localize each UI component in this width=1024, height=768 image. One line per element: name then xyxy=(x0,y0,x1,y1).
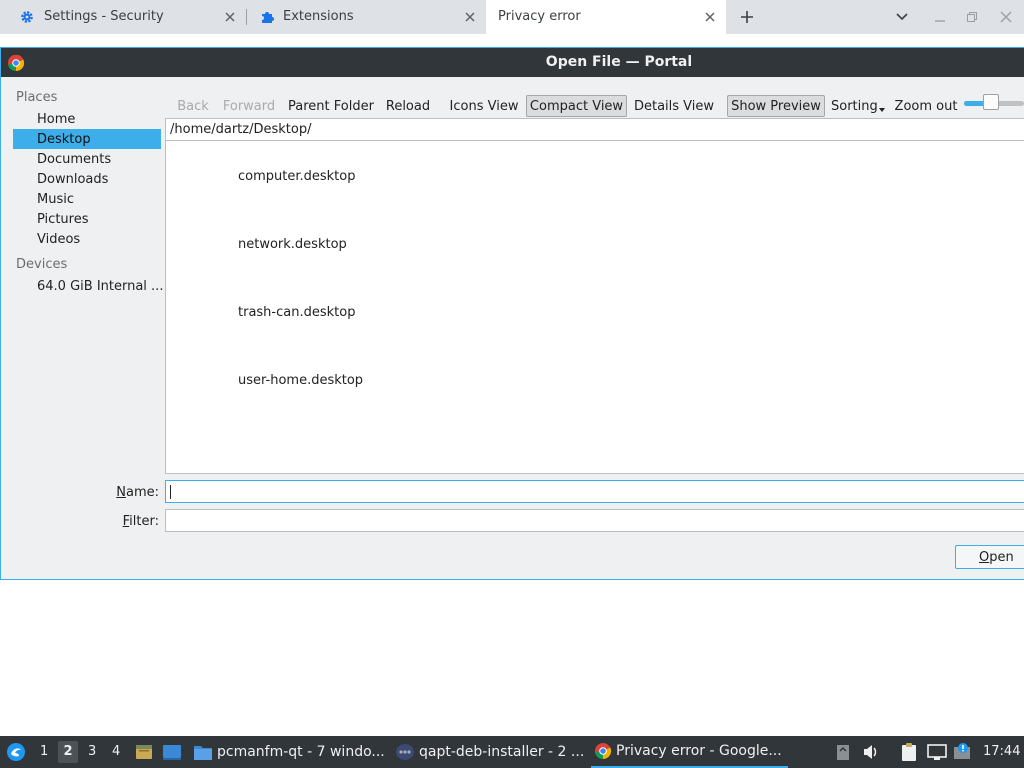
close-icon[interactable] xyxy=(462,9,478,25)
places-header: Places xyxy=(16,90,58,105)
file-item-network[interactable]: network.desktop xyxy=(238,237,347,252)
browser-tab-strip: Settings - Security Extensions Privacy e… xyxy=(0,0,1024,34)
dialog-titlebar[interactable]: Open File — Portal xyxy=(1,48,1024,77)
task-label: Privacy error - Google... xyxy=(616,743,782,759)
network-icon[interactable] xyxy=(927,743,947,761)
package-icon xyxy=(395,743,415,761)
task-privacy-error-chrome[interactable]: Privacy error - Google... xyxy=(591,736,788,768)
place-desktop[interactable]: Desktop xyxy=(13,129,161,149)
compact-view-button[interactable]: Compact View xyxy=(526,95,627,117)
show-desktop-icon[interactable] xyxy=(162,742,182,762)
open-button-rest: pen xyxy=(989,549,1014,565)
place-videos[interactable]: Videos xyxy=(13,229,161,249)
zoom-out-button[interactable]: Zoom out xyxy=(894,95,958,117)
tab-label: Extensions xyxy=(283,9,354,24)
clipboard-icon[interactable] xyxy=(899,742,919,762)
zoom-slider-handle[interactable] xyxy=(983,94,999,110)
task-qapt-deb-installer[interactable]: qapt-deb-installer - 2 ... xyxy=(395,736,585,768)
device-internal-drive[interactable]: 64.0 GiB Internal ... xyxy=(13,276,163,296)
minimize-icon[interactable] xyxy=(934,12,946,22)
show-preview-button[interactable]: Show Preview xyxy=(727,95,825,117)
open-file-dialog: Open File — Portal Places Home Desktop D… xyxy=(0,47,1024,580)
place-home[interactable]: Home xyxy=(13,109,161,129)
devices-header: Devices xyxy=(16,257,68,272)
details-view-button[interactable]: Details View xyxy=(632,95,716,117)
tab-settings-security[interactable]: Settings - Security xyxy=(0,0,246,34)
tab-label: Settings - Security xyxy=(44,9,164,24)
task-label: qapt-deb-installer - 2 ... xyxy=(419,744,585,760)
name-label-mnemonic: N xyxy=(116,485,126,500)
icons-view-button[interactable]: Icons View xyxy=(448,95,520,117)
name-label: Name: xyxy=(101,485,159,500)
workspace-3[interactable]: 3 xyxy=(88,744,96,759)
open-button-mnemonic: O xyxy=(979,549,990,565)
close-icon[interactable] xyxy=(702,9,718,25)
text-caret xyxy=(170,485,171,499)
restore-icon[interactable] xyxy=(966,11,978,23)
clock[interactable]: 17:44 xyxy=(983,744,1020,759)
dropdown-arrow-icon xyxy=(878,108,885,112)
task-label: pcmanfm-qt - 7 windo... xyxy=(217,744,385,760)
place-downloads[interactable]: Downloads xyxy=(13,169,161,189)
puzzle-icon xyxy=(260,10,274,24)
dialog-title: Open File — Portal xyxy=(545,54,693,70)
place-pictures[interactable]: Pictures xyxy=(13,209,161,229)
forward-button[interactable]: Forward xyxy=(221,95,277,117)
tab-extensions[interactable]: Extensions xyxy=(247,0,486,34)
place-documents[interactable]: Documents xyxy=(13,149,161,169)
name-input[interactable] xyxy=(165,480,1024,503)
tab-privacy-error[interactable]: Privacy error xyxy=(486,0,726,34)
files-launcher-icon[interactable] xyxy=(134,742,154,762)
path-field[interactable]: /home/dartz/Desktop/ xyxy=(165,118,1024,141)
workspace-1[interactable]: 1 xyxy=(40,744,48,759)
volume-icon[interactable] xyxy=(862,744,880,760)
file-view[interactable]: computer.desktop network.desktop trash-c… xyxy=(165,141,1024,474)
chrome-icon xyxy=(594,742,612,760)
filter-label-rest: ilter: xyxy=(129,514,159,529)
file-item-computer[interactable]: computer.desktop xyxy=(238,169,356,184)
chevron-down-icon[interactable] xyxy=(896,12,908,21)
plus-icon[interactable] xyxy=(740,10,754,24)
workspace-4[interactable]: 4 xyxy=(112,744,120,759)
file-item-trash-can[interactable]: trash-can.desktop xyxy=(238,305,355,320)
gear-icon xyxy=(20,10,34,24)
tray-notes-icon[interactable] xyxy=(836,743,850,761)
sorting-label: Sorting xyxy=(831,98,878,114)
tab-label: Privacy error xyxy=(498,9,581,24)
browser-toolbar-area xyxy=(0,34,1024,48)
taskbar: 1 2 3 4 pcmanfm-qt - 7 windo... qapt-deb… xyxy=(0,736,1024,768)
reload-button[interactable]: Reload xyxy=(383,95,433,117)
filter-label: Filter: xyxy=(101,514,159,529)
update-notifier-icon[interactable] xyxy=(953,742,973,762)
task-pcmanfm-qt[interactable]: pcmanfm-qt - 7 windo... xyxy=(193,736,385,768)
app-menu-icon[interactable] xyxy=(6,742,26,762)
open-button[interactable]: Open xyxy=(955,545,1024,569)
sorting-button[interactable]: Sorting xyxy=(831,95,889,117)
file-item-user-home[interactable]: user-home.desktop xyxy=(238,373,363,388)
close-icon[interactable] xyxy=(1000,11,1012,23)
back-button[interactable]: Back xyxy=(173,95,213,117)
place-music[interactable]: Music xyxy=(13,189,161,209)
name-label-rest: ame: xyxy=(125,485,159,500)
filter-input[interactable] xyxy=(165,509,1024,532)
close-icon[interactable] xyxy=(222,9,238,25)
workspace-2[interactable]: 2 xyxy=(58,741,78,763)
parent-folder-button[interactable]: Parent Folder xyxy=(286,95,376,117)
folder-icon xyxy=(193,743,213,761)
